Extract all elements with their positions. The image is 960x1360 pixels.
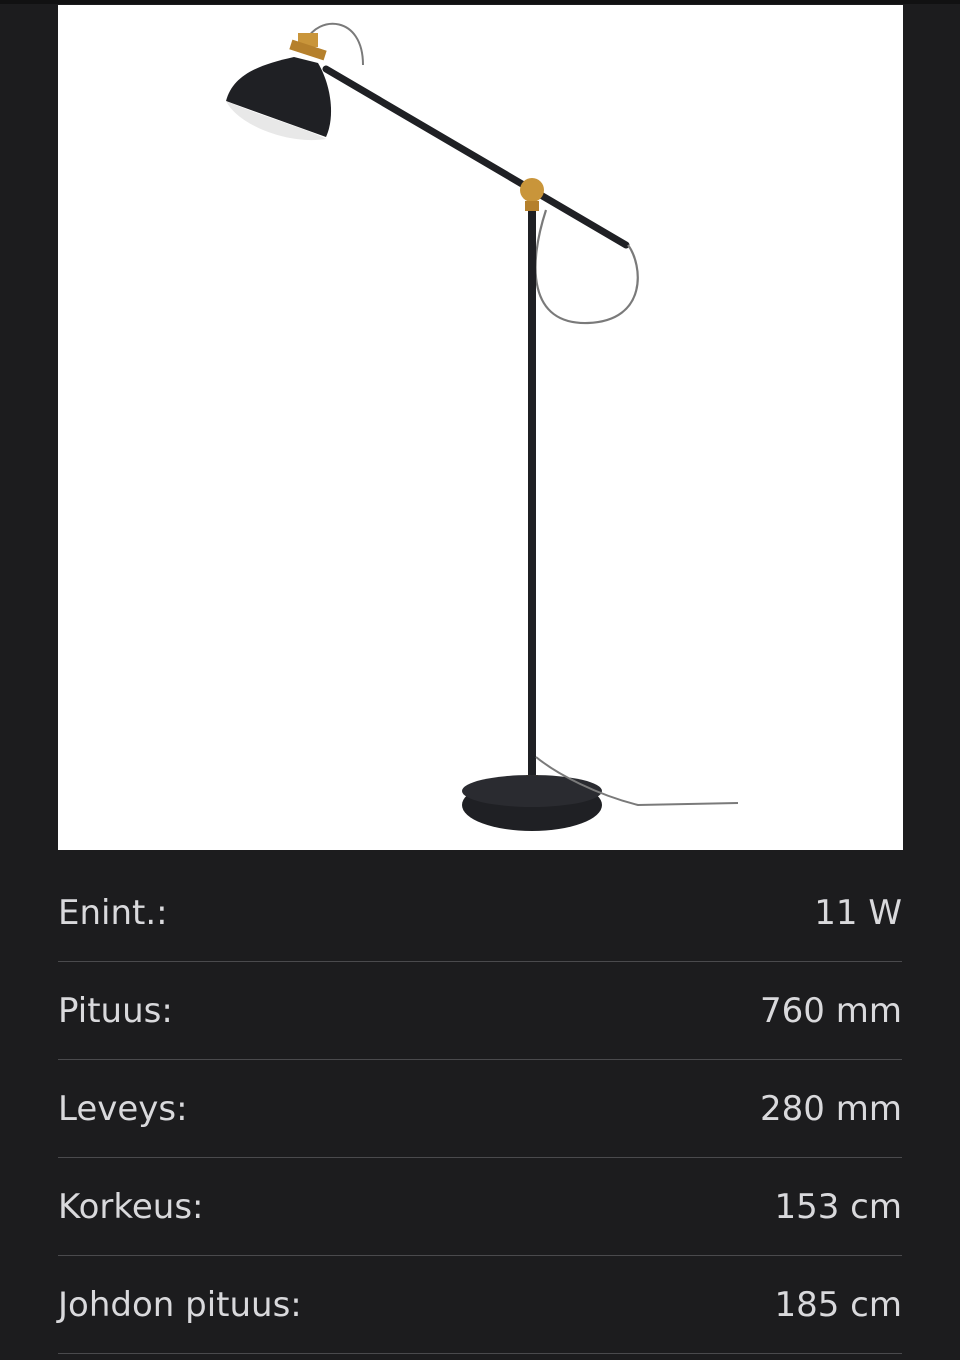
spec-value: 153 cm (774, 1186, 902, 1227)
spec-value: 185 cm (774, 1284, 902, 1325)
spec-row-max-wattage: Enint.: 11 W (58, 864, 902, 962)
spec-label: Enint.: (58, 892, 168, 933)
spec-row-cord-length: Johdon pituus: 185 cm (58, 1256, 902, 1354)
product-image[interactable] (58, 5, 903, 850)
spec-label: Pituus: (58, 990, 173, 1031)
floor-lamp-photo (226, 22, 739, 831)
spec-label: Korkeus: (58, 1186, 204, 1227)
spec-row-height: Korkeus: 153 cm (58, 1158, 902, 1256)
spec-value: 11 W (814, 892, 902, 933)
spec-row-width: Leveys: 280 mm (58, 1060, 902, 1158)
spec-value: 280 mm (760, 1088, 902, 1129)
specs-list: Enint.: 11 W Pituus: 760 mm Leveys: 280 … (58, 864, 902, 1354)
spec-row-length: Pituus: 760 mm (58, 962, 902, 1060)
spec-label: Johdon pituus: (58, 1284, 302, 1325)
spec-label: Leveys: (58, 1088, 188, 1129)
top-strip (0, 0, 960, 4)
spec-value: 760 mm (760, 990, 902, 1031)
